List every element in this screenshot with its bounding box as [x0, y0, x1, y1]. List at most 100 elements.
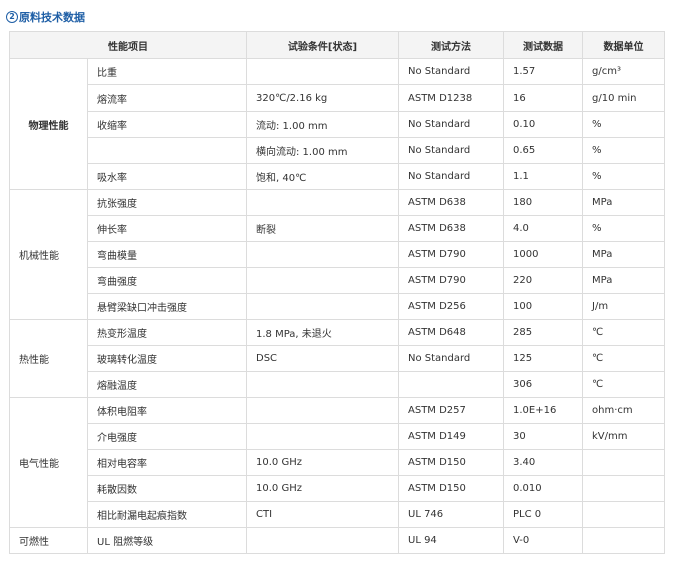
table-row: 吸水率 饱和, 40℃ No Standard 1.1% — [10, 163, 665, 190]
property-cell: 介电强度 — [87, 423, 247, 450]
condition-cell: 10.0 GHz — [246, 449, 399, 476]
unit-cell: % — [582, 111, 665, 138]
category-cell: 机械性能 — [9, 189, 88, 320]
table-row: 电气性能 体积电阻率 ASTM D257 1.0E+16 ohm·cm — [9, 397, 665, 528]
condition-cell: 断裂 — [246, 215, 399, 242]
section-number-badge: 2 — [6, 11, 18, 23]
method-cell: ASTM D257 — [398, 397, 504, 424]
category-cell: 热性能 — [9, 319, 88, 398]
condition-cell — [246, 293, 399, 320]
method-cell: No Standard — [398, 345, 504, 372]
table-row: 伸长率 断裂 ASTM D638 4.0% — [10, 215, 665, 242]
condition-cell — [246, 397, 399, 424]
property-cell: 悬臂梁缺口冲击强度 — [87, 293, 247, 320]
header-property: 性能项目 — [9, 31, 247, 59]
section-title: 原料技术数据 — [19, 11, 85, 24]
table-row: 弯曲模量 ASTM D790 1000 MPa — [10, 241, 665, 268]
unit-cell: ohm·cm — [582, 397, 665, 424]
property-cell: 相对电容率 — [87, 449, 247, 476]
method-cell: No Standard — [398, 58, 504, 85]
table-row: 悬臂梁缺口冲击强度 ASTM D256 100 J/m — [10, 293, 665, 320]
value-cell: 125 — [503, 345, 583, 372]
method-cell: UL 94 — [398, 527, 504, 554]
condition-cell — [246, 58, 399, 85]
condition-cell: CTI — [246, 501, 399, 528]
value-cell: 100 — [503, 293, 583, 320]
property-cell: 收缩率 — [87, 111, 247, 138]
condition-cell: 饱和, 40℃ — [246, 163, 399, 190]
table-row: 玻璃转化温度 DSC No Standard 125 ℃ — [10, 345, 665, 372]
condition-cell: 横向流动: 1.00 mm — [246, 137, 399, 164]
table-row: 机械性能 抗张强度 ASTM D638 180 MPa — [9, 189, 665, 320]
method-cell: No Standard — [398, 137, 504, 164]
property-cell — [87, 137, 247, 164]
property-cell: 耗散因数 — [87, 475, 247, 502]
value-cell: 1.0E+16 — [503, 397, 583, 424]
unit-cell — [582, 501, 665, 528]
property-cell: 熔融温度 — [87, 371, 247, 398]
method-cell: ASTM D1238 — [398, 84, 504, 112]
tech-data-table: 性能项目 试验条件[状态] 测试方法 测试数据 数据单位 物理性能 比重 No St… — [9, 31, 665, 554]
unit-cell: ℃ — [582, 345, 665, 372]
value-cell: 0.10 — [503, 111, 583, 138]
category-cell: 可燃性 — [9, 527, 88, 554]
property-cell: 熔流率 — [87, 84, 247, 112]
value-cell: 3.40 — [503, 449, 583, 476]
value-cell: 180 — [503, 189, 583, 216]
condition-cell: 320℃/2.16 kg — [246, 84, 399, 112]
table-header-row: 性能项目 试验条件[状态] 测试方法 测试数据 数据单位 — [9, 31, 665, 59]
header-value: 测试数据 — [503, 31, 583, 59]
unit-cell: g/cm³ — [582, 58, 665, 85]
property-cell: 吸水率 — [87, 163, 247, 190]
condition-cell — [246, 371, 399, 398]
value-cell: 306 — [503, 371, 583, 398]
unit-cell: MPa — [582, 189, 665, 216]
condition-cell — [246, 189, 399, 216]
value-cell: V-0 — [503, 527, 583, 554]
header-method: 测试方法 — [398, 31, 504, 59]
method-cell — [398, 371, 504, 398]
category-cell: 物理性能 — [9, 58, 88, 190]
table-row: 相对电容率 10.0 GHz ASTM D150 3.40 — [10, 449, 665, 476]
unit-cell: J/m — [582, 293, 665, 320]
value-cell: 1000 — [503, 241, 583, 268]
property-cell: UL 阻燃等级 — [87, 527, 247, 554]
unit-cell: MPa — [582, 241, 665, 268]
table-row: 耗散因数 10.0 GHz ASTM D150 0.010 — [10, 475, 665, 502]
table-row: 介电强度 ASTM D149 30 kV/mm — [10, 423, 665, 450]
unit-cell: ℃ — [582, 371, 665, 398]
property-cell: 体积电阻率 — [87, 397, 247, 424]
condition-cell — [246, 527, 399, 554]
table-row: 熔融温度 306 ℃ — [10, 371, 665, 398]
section-heading: 2 原料技术数据 — [6, 9, 85, 25]
method-cell: ASTM D256 — [398, 293, 504, 320]
method-cell: ASTM D150 — [398, 475, 504, 502]
property-cell: 弯曲模量 — [87, 241, 247, 268]
header-condition: 试验条件[状态] — [246, 31, 399, 59]
value-cell: PLC 0 — [503, 501, 583, 528]
value-cell: 16 — [503, 84, 583, 112]
method-cell: ASTM D648 — [398, 319, 504, 346]
value-cell: 0.010 — [503, 475, 583, 502]
method-cell: ASTM D638 — [398, 189, 504, 216]
table-row: 物理性能 比重 No Standard 1.57 g/cm³ — [9, 58, 665, 190]
property-cell: 伸长率 — [87, 215, 247, 242]
method-cell: No Standard — [398, 111, 504, 138]
unit-cell — [582, 449, 665, 476]
method-cell: ASTM D149 — [398, 423, 504, 450]
table-row: 相比耐漏电起痕指数 CTI UL 746 PLC 0 — [10, 501, 665, 528]
property-cell: 相比耐漏电起痕指数 — [87, 501, 247, 528]
property-cell: 玻璃转化温度 — [87, 345, 247, 372]
condition-cell — [246, 267, 399, 294]
method-cell: ASTM D150 — [398, 449, 504, 476]
unit-cell: % — [582, 215, 665, 242]
method-cell: ASTM D638 — [398, 215, 504, 242]
condition-cell: 1.8 MPa, 未退火 — [246, 319, 399, 346]
unit-cell: g/10 min — [582, 84, 665, 112]
table-row: 收缩率 流动: 1.00 mm No Standard 0.10% — [10, 111, 665, 138]
method-cell: No Standard — [398, 163, 504, 190]
unit-cell — [582, 527, 665, 554]
value-cell: 1.1 — [503, 163, 583, 190]
unit-cell — [582, 475, 665, 502]
condition-cell — [246, 241, 399, 268]
